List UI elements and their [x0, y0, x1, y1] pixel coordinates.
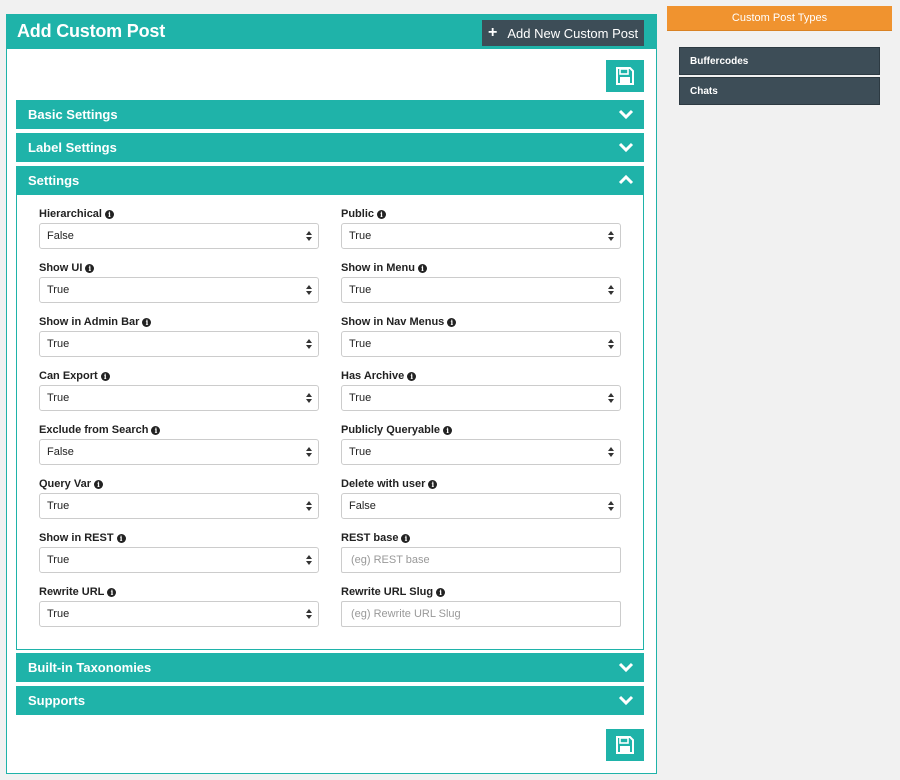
query-var-label: Query Var i: [39, 478, 103, 490]
section-settings-label: Settings: [28, 173, 80, 188]
info-icon[interactable]: i: [93, 479, 103, 489]
show-in-rest-select[interactable]: True: [39, 547, 319, 573]
rest-base-label: REST base i: [341, 532, 411, 544]
info-icon[interactable]: i: [401, 533, 411, 543]
hierarchical-label: Hierarchical i: [39, 208, 114, 220]
select-arrows-icon: [306, 339, 312, 349]
rewrite-url-slug-label: Rewrite URL Slug i: [341, 586, 446, 598]
rewrite-url-slug-input[interactable]: (eg) Rewrite URL Slug: [341, 601, 621, 627]
info-icon[interactable]: i: [151, 425, 161, 435]
chevron-up-icon: [618, 174, 634, 185]
rewrite-url-label: Rewrite URL i: [39, 586, 117, 598]
section-supports[interactable]: Supports: [16, 686, 644, 715]
plus-icon: +: [488, 24, 498, 41]
show-in-admin-bar-select[interactable]: True: [39, 331, 319, 357]
rewrite-url-select[interactable]: True: [39, 601, 319, 627]
page-title: Add Custom Post: [17, 21, 165, 41]
info-icon[interactable]: i: [85, 263, 95, 273]
publicly-queryable-label: Publicly Queryable i: [341, 424, 453, 436]
save-button-top[interactable]: [606, 60, 644, 92]
select-arrows-icon: [608, 501, 614, 511]
info-icon[interactable]: i: [436, 587, 446, 597]
info-icon[interactable]: i: [443, 425, 453, 435]
select-arrows-icon: [306, 231, 312, 241]
section-built-in-taxonomies[interactable]: Built-in Taxonomies: [16, 653, 644, 682]
has-archive-label: Has Archive i: [341, 370, 417, 382]
show-in-menu-label: Show in Menu i: [341, 262, 427, 274]
hierarchical-select[interactable]: False: [39, 223, 319, 249]
exclude-from-search-label: Exclude from Search i: [39, 424, 161, 436]
show-in-menu-select[interactable]: True: [341, 277, 621, 303]
exclude-from-search-select[interactable]: False: [39, 439, 319, 465]
publicly-queryable-select[interactable]: True: [341, 439, 621, 465]
floppy-disk-icon: [616, 736, 634, 754]
info-icon[interactable]: i: [428, 479, 438, 489]
info-icon[interactable]: i: [104, 209, 114, 219]
info-icon[interactable]: i: [417, 263, 427, 273]
section-settings[interactable]: Settings: [16, 166, 644, 195]
info-icon[interactable]: i: [107, 587, 117, 597]
select-arrows-icon: [608, 339, 614, 349]
info-icon[interactable]: i: [142, 317, 152, 327]
show-ui-label: Show UI i: [39, 262, 95, 274]
info-icon[interactable]: i: [447, 317, 457, 327]
show-in-nav-menus-select[interactable]: True: [341, 331, 621, 357]
sidebar-item-chats[interactable]: Chats: [679, 77, 880, 105]
settings-body: Hierarchical i False Public i True Show UI…: [16, 195, 644, 650]
rest-base-input[interactable]: (eg) REST base: [341, 547, 621, 573]
can-export-label: Can Export i: [39, 370, 110, 382]
section-label-settings[interactable]: Label Settings: [16, 133, 644, 162]
select-arrows-icon: [306, 555, 312, 565]
add-new-custom-post-button[interactable]: + Add New Custom Post: [482, 20, 644, 46]
public-select[interactable]: True: [341, 223, 621, 249]
select-arrows-icon: [306, 609, 312, 619]
add-custom-post-panel: Add Custom Post + Add New Custom Post Ba…: [6, 14, 657, 774]
section-basic-settings[interactable]: Basic Settings: [16, 100, 644, 129]
delete-with-user-select[interactable]: False: [341, 493, 621, 519]
chevron-down-icon: [618, 109, 634, 120]
sidebar-item-buffercodes[interactable]: Buffercodes: [679, 47, 880, 75]
section-supports-label: Supports: [28, 693, 86, 708]
section-basic-settings-label: Basic Settings: [28, 107, 118, 122]
select-arrows-icon: [306, 393, 312, 403]
add-new-custom-post-label: Add New Custom Post: [507, 25, 639, 41]
can-export-select[interactable]: True: [39, 385, 319, 411]
select-arrows-icon: [306, 285, 312, 295]
show-ui-select[interactable]: True: [39, 277, 319, 303]
section-built-in-taxonomies-label: Built-in Taxonomies: [28, 660, 152, 675]
info-icon[interactable]: i: [100, 371, 110, 381]
chevron-down-icon: [618, 142, 634, 153]
has-archive-select[interactable]: True: [341, 385, 621, 411]
select-arrows-icon: [608, 393, 614, 403]
public-label: Public i: [341, 208, 387, 220]
show-in-rest-label: Show in REST i: [39, 532, 126, 544]
select-arrows-icon: [306, 501, 312, 511]
info-icon[interactable]: i: [377, 209, 387, 219]
select-arrows-icon: [608, 447, 614, 457]
show-in-admin-bar-label: Show in Admin Bar i: [39, 316, 152, 328]
custom-post-types-header[interactable]: Custom Post Types: [667, 6, 892, 31]
delete-with-user-label: Delete with user i: [341, 478, 438, 490]
select-arrows-icon: [306, 447, 312, 457]
query-var-select[interactable]: True: [39, 493, 319, 519]
floppy-disk-icon: [616, 67, 634, 85]
chevron-down-icon: [618, 662, 634, 673]
show-in-nav-menus-label: Show in Nav Menus i: [341, 316, 457, 328]
save-button-bottom[interactable]: [606, 729, 644, 761]
chevron-down-icon: [618, 695, 634, 706]
section-label-settings-label: Label Settings: [28, 140, 117, 155]
select-arrows-icon: [608, 231, 614, 241]
panel-header: Add Custom Post + Add New Custom Post: [7, 15, 656, 49]
info-icon[interactable]: i: [116, 533, 126, 543]
select-arrows-icon: [608, 285, 614, 295]
info-icon[interactable]: i: [407, 371, 417, 381]
